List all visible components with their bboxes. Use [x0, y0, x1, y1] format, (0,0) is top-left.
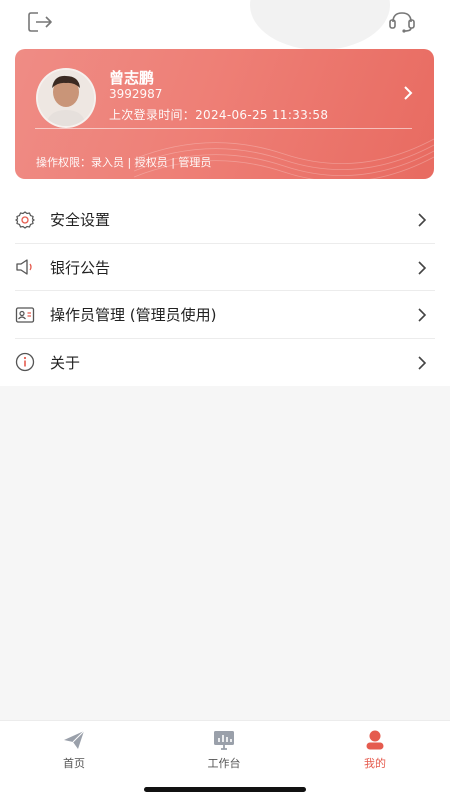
gear-icon — [15, 210, 35, 230]
logout-icon — [28, 12, 52, 32]
menu-item-security[interactable]: 安全设置 — [0, 196, 450, 244]
home-indicator — [144, 787, 306, 792]
speaker-icon — [15, 257, 35, 277]
tab-label: 工作台 — [207, 757, 241, 770]
user-id: 3992987 — [109, 87, 163, 101]
settings-menu: 安全设置 银行公告 操作员管理 (管理员使用) 关于 — [0, 196, 450, 386]
user-icon — [366, 730, 384, 750]
chevron-right-icon — [404, 86, 413, 100]
tab-workbench[interactable]: 工作台 — [184, 729, 264, 771]
logout-button[interactable] — [24, 6, 56, 38]
menu-item-about[interactable]: 关于 — [0, 339, 450, 387]
menu-item-label: 关于 — [50, 353, 81, 372]
chevron-right-icon — [418, 355, 427, 370]
tab-mine[interactable]: 我的 — [335, 729, 415, 771]
chevron-right-icon — [418, 308, 427, 322]
operator-permissions: 操作权限：录入员 | 授权员 | 管理员 — [36, 156, 212, 169]
chevron-right-icon — [418, 213, 427, 227]
customer-service-icon — [389, 12, 415, 33]
last-login-time: 上次登录时间：2024-06-25 11:33:58 — [109, 108, 329, 122]
monitor-chart-icon — [214, 731, 234, 750]
chevron-right-icon — [418, 260, 427, 275]
menu-item-label: 银行公告 — [50, 258, 111, 277]
header-decoration — [250, 0, 390, 50]
menu-item-bank-announcement[interactable]: 银行公告 — [0, 244, 450, 291]
paper-plane-icon — [64, 730, 85, 749]
user-name: 曾志鹏 — [109, 69, 155, 87]
tab-label: 首页 — [63, 757, 85, 770]
profile-card[interactable]: 曾志鹏 3992987 上次登录时间：2024-06-25 11:33:58 操… — [15, 49, 434, 179]
card-divider — [35, 128, 412, 129]
menu-item-label: 操作员管理 (管理员使用) — [50, 306, 217, 325]
info-icon — [15, 352, 35, 372]
tab-home[interactable]: 首页 — [34, 729, 114, 771]
avatar — [36, 68, 96, 128]
customer-service-button[interactable] — [386, 6, 418, 38]
id-card-icon — [15, 305, 35, 325]
menu-item-label: 安全设置 — [50, 211, 111, 230]
tab-label: 我的 — [364, 757, 386, 770]
menu-item-operator-management[interactable]: 操作员管理 (管理员使用) — [0, 291, 450, 339]
